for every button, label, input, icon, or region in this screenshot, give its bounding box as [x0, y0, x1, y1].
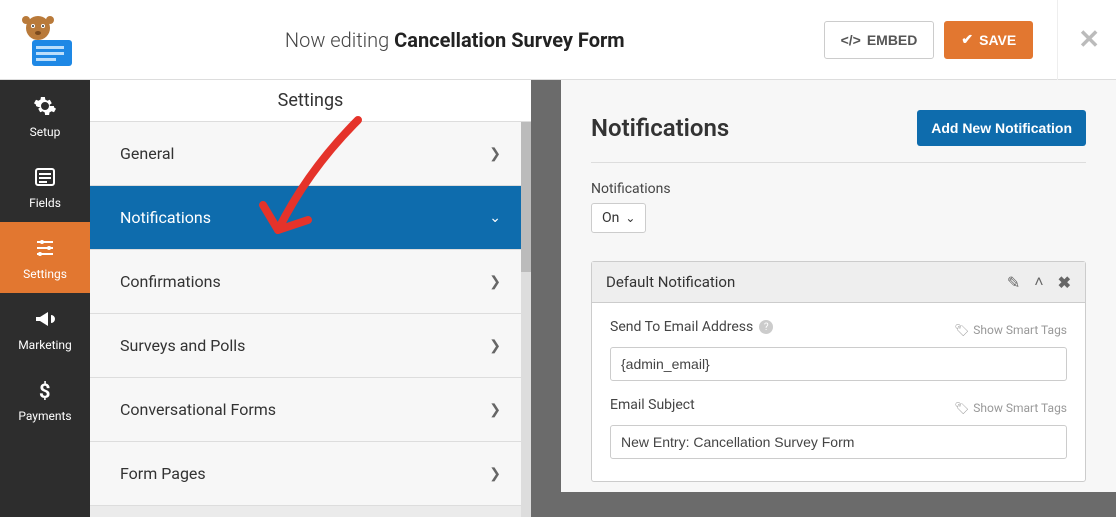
subject-input[interactable] [610, 425, 1067, 459]
panel-row-general[interactable]: General ❯ [90, 122, 531, 186]
send-to-input[interactable] [610, 347, 1067, 381]
card-title: Default Notification [606, 273, 735, 291]
notifications-toggle[interactable]: On ⌄ [591, 203, 646, 233]
nav-setup[interactable]: Setup [0, 80, 90, 151]
smart-tags-link[interactable]: 🏷 Show Smart Tags [954, 323, 1067, 337]
notifications-toggle-label: Notifications [591, 181, 1086, 197]
nav-payments[interactable]: $ Payments [0, 364, 90, 435]
left-nav: Setup Fields Settings Marketing $ Paymen… [0, 80, 90, 517]
nav-marketing[interactable]: Marketing [0, 293, 90, 364]
code-icon: </> [841, 32, 861, 48]
panel-row-surveys[interactable]: Surveys and Polls ❯ [90, 314, 531, 378]
chevron-down-icon: ⌄ [625, 211, 635, 225]
nav-settings[interactable]: Settings [0, 222, 90, 293]
settings-panel: Settings General ❯ Notifications ⌄ Confi… [90, 80, 531, 517]
check-icon: ✔ [961, 31, 973, 48]
page-title: Now editing Cancellation Survey Form [86, 28, 824, 52]
delete-icon[interactable]: ✖ [1058, 273, 1071, 292]
chevron-right-icon: ❯ [489, 338, 501, 354]
panel-row-conversational[interactable]: Conversational Forms ❯ [90, 378, 531, 442]
chevron-right-icon: ❯ [489, 402, 501, 418]
chevron-right-icon: ❯ [489, 274, 501, 290]
close-icon[interactable]: ✕ [1057, 0, 1100, 80]
sliders-icon [33, 236, 57, 260]
pencil-icon[interactable]: ✎ [1007, 273, 1020, 292]
tag-icon: 🏷 [954, 323, 969, 337]
panel-row-form-pages[interactable]: Form Pages ❯ [90, 442, 531, 506]
chevron-right-icon: ❯ [489, 146, 501, 162]
scrollbar[interactable] [521, 122, 531, 517]
panel-title: Settings [90, 80, 531, 122]
panel-row-confirmations[interactable]: Confirmations ❯ [90, 250, 531, 314]
list-icon [33, 165, 57, 189]
nav-fields[interactable]: Fields [0, 151, 90, 222]
panel-row-notifications[interactable]: Notifications ⌄ [90, 186, 531, 250]
dollar-icon: $ [33, 378, 57, 402]
wpforms-logo [16, 10, 86, 70]
content-heading: Notifications [591, 114, 729, 142]
embed-button[interactable]: </> EMBED [824, 21, 935, 59]
notification-card: Default Notification ✎ ˄ ✖ Send To Email… [591, 261, 1086, 482]
help-icon[interactable]: ? [759, 320, 773, 334]
svg-text:$: $ [39, 379, 50, 402]
tag-icon: 🏷 [954, 401, 969, 415]
chevron-right-icon: ❯ [489, 466, 501, 482]
chevron-down-icon: ⌄ [489, 210, 501, 226]
bullhorn-icon [33, 307, 57, 331]
content-area: Notifications Add New Notification Notif… [531, 80, 1116, 517]
subject-label: Email Subject [610, 397, 695, 413]
send-to-label: Send To Email Address ? [610, 319, 773, 335]
chevron-up-icon[interactable]: ˄ [1034, 272, 1043, 292]
gear-icon [33, 94, 57, 118]
add-notification-button[interactable]: Add New Notification [917, 110, 1086, 146]
smart-tags-link[interactable]: 🏷 Show Smart Tags [954, 401, 1067, 415]
save-button[interactable]: ✔ SAVE [944, 21, 1033, 59]
